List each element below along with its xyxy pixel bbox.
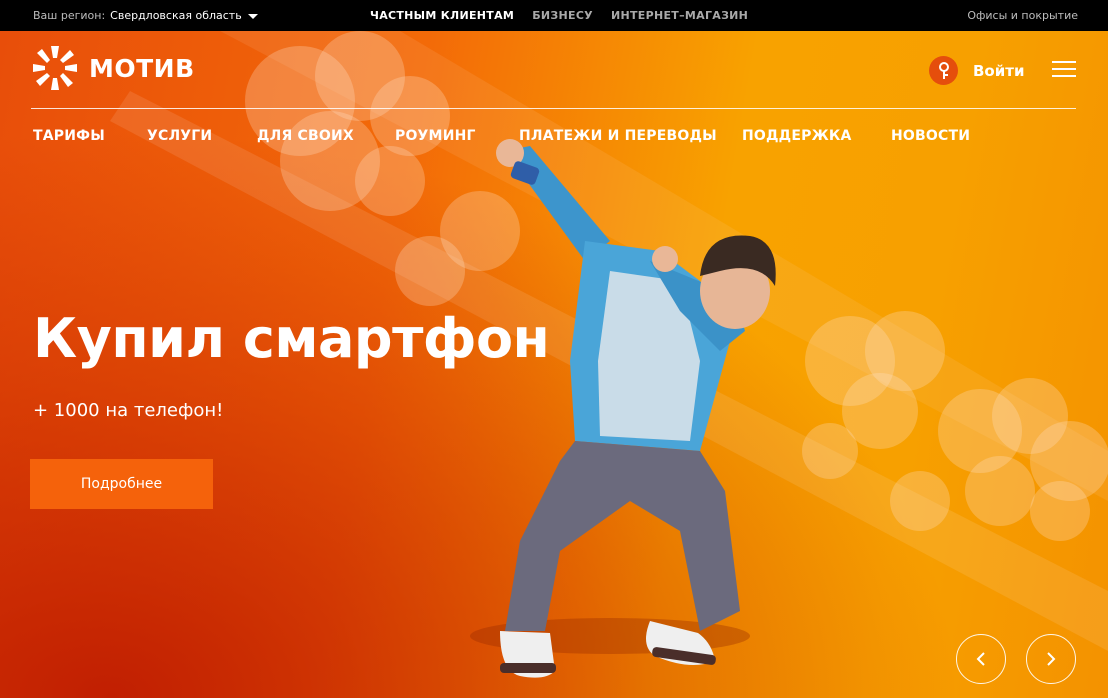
offices-link[interactable]: Офисы и покрытие bbox=[967, 9, 1078, 22]
nav-for-friends[interactable]: ДЛЯ СВОИХ bbox=[257, 128, 354, 144]
menu-icon[interactable] bbox=[1052, 61, 1076, 77]
logo[interactable]: МОТИВ bbox=[31, 44, 195, 92]
nav-payments[interactable]: ПЛАТЕЖИ И ПЕРЕВОДЫ bbox=[519, 128, 717, 144]
segment-online-shop[interactable]: ИНТЕРНЕТ–МАГАЗИН bbox=[611, 9, 748, 22]
hero-headline: Купил смартфон bbox=[33, 307, 550, 370]
hero-banner: МОТИВ Войти ТАРИФЫ УСЛУГИ ДЛЯ СВОИХ РОУМ… bbox=[0, 31, 1108, 698]
region-label: Ваш регион: bbox=[33, 9, 106, 22]
more-button[interactable]: Подробнее bbox=[30, 459, 213, 509]
nav-support[interactable]: ПОДДЕРЖКА bbox=[742, 128, 852, 144]
segment-switcher: ЧАСТНЫМ КЛИЕНТАМ БИЗНЕСУ ИНТЕРНЕТ–МАГАЗИН bbox=[370, 9, 766, 22]
top-bar: Ваш регион: Свердловская область ЧАСТНЫМ … bbox=[0, 0, 1108, 31]
slider-next-button[interactable] bbox=[1026, 634, 1076, 684]
login-button[interactable]: Войти bbox=[929, 56, 1024, 85]
hero-subline: + 1000 на телефон! bbox=[33, 400, 224, 421]
slider-prev-button[interactable] bbox=[956, 634, 1006, 684]
logo-icon bbox=[33, 46, 77, 90]
chevron-right-icon bbox=[1047, 652, 1056, 666]
key-icon[interactable] bbox=[929, 56, 958, 85]
nav-tariffs[interactable]: ТАРИФЫ bbox=[33, 128, 105, 144]
nav-news[interactable]: НОВОСТИ bbox=[891, 128, 970, 144]
region-value[interactable]: Свердловская область bbox=[110, 9, 242, 22]
logo-text: МОТИВ bbox=[89, 53, 195, 83]
chevron-left-icon bbox=[976, 652, 985, 666]
segment-business[interactable]: БИЗНЕСУ bbox=[532, 9, 593, 22]
region-selector[interactable]: Ваш регион: Свердловская область bbox=[33, 9, 258, 22]
nav-roaming[interactable]: РОУМИНГ bbox=[395, 128, 476, 144]
nav-services[interactable]: УСЛУГИ bbox=[147, 128, 212, 144]
caret-down-icon[interactable] bbox=[247, 13, 258, 19]
login-label: Войти bbox=[973, 61, 1025, 80]
header-divider bbox=[31, 108, 1076, 109]
segment-private-clients[interactable]: ЧАСТНЫМ КЛИЕНТАМ bbox=[370, 9, 514, 22]
